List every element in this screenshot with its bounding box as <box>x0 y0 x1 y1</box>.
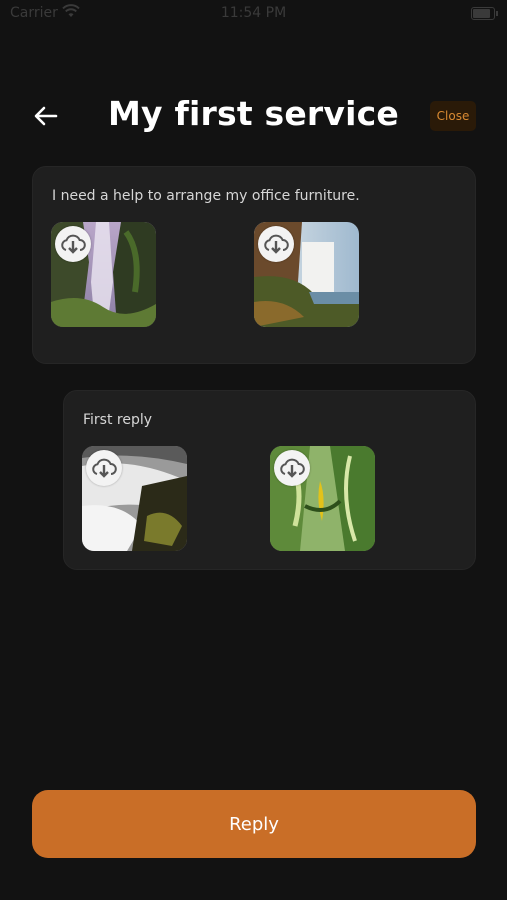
cloud-download-icon[interactable] <box>55 226 91 262</box>
cloud-download-icon[interactable] <box>274 450 310 486</box>
cloud-download-icon[interactable] <box>258 226 294 262</box>
close-button[interactable]: Close <box>430 101 476 131</box>
request-text: I need a help to arrange my office furni… <box>52 188 360 204</box>
reply-card: First reply <box>63 390 476 570</box>
reply-button[interactable]: Reply <box>32 790 476 858</box>
status-bar: Carrier 11:54 PM <box>0 0 507 28</box>
attachment-image[interactable] <box>254 222 359 327</box>
attachment-image[interactable] <box>82 446 187 551</box>
cloud-download-icon[interactable] <box>86 450 122 486</box>
reply-text: First reply <box>83 412 153 428</box>
attachment-image[interactable] <box>270 446 375 551</box>
attachment-image[interactable] <box>51 222 156 327</box>
request-card: I need a help to arrange my office furni… <box>32 166 476 364</box>
battery-icon <box>471 7 498 20</box>
status-time: 11:54 PM <box>220 5 287 21</box>
